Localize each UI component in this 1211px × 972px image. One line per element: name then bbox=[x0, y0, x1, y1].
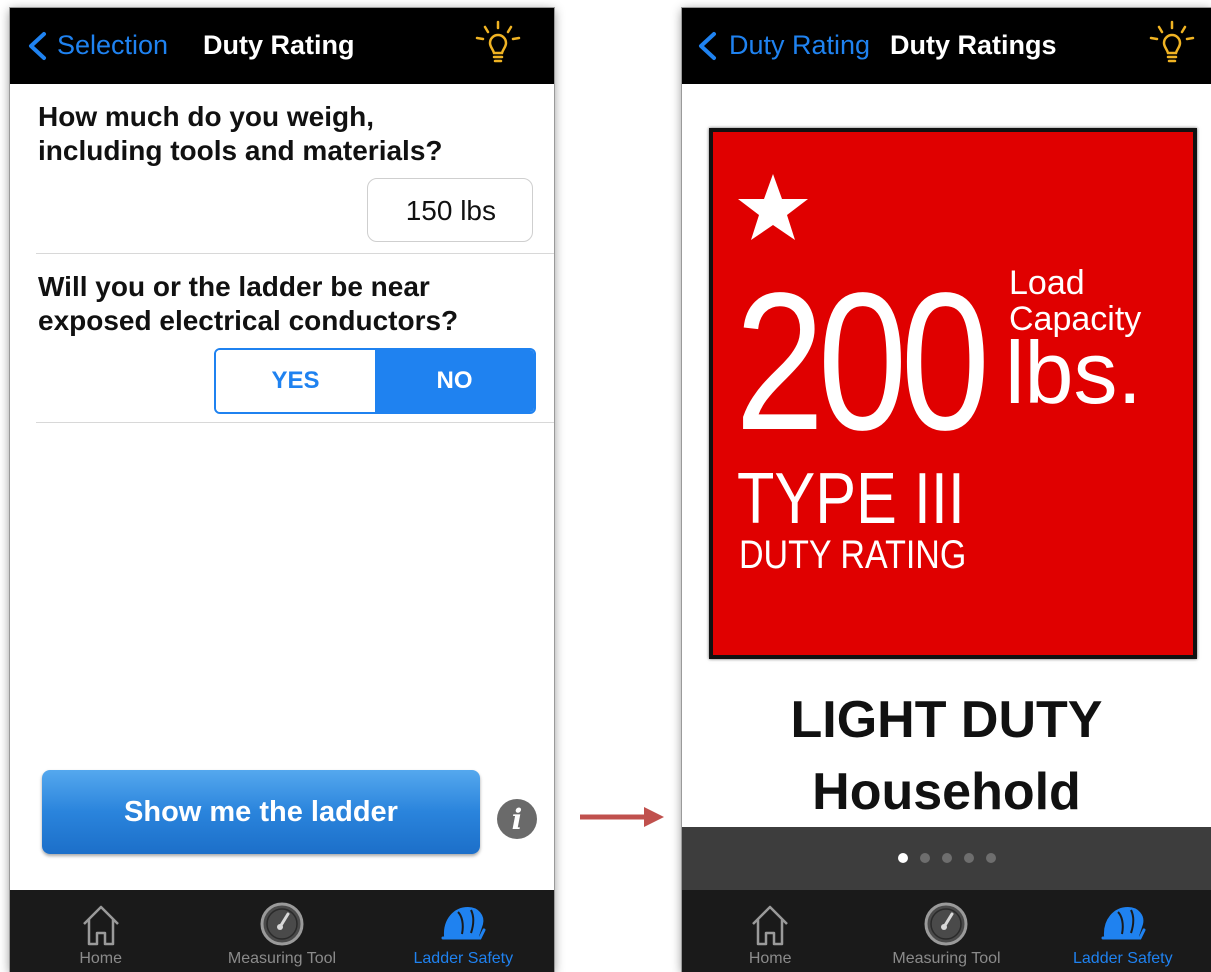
back-button[interactable]: Duty Rating bbox=[729, 30, 870, 61]
electrical-toggle: YES NO bbox=[214, 348, 536, 414]
home-icon bbox=[752, 905, 789, 946]
divider bbox=[36, 422, 554, 423]
tab-ladder-safety[interactable]: Ladder Safety bbox=[1035, 890, 1211, 972]
electrical-question: Will you or the ladder be near exposed e… bbox=[38, 270, 538, 338]
gauge-icon bbox=[260, 902, 304, 946]
tab-bar: Home Measuring Tool Ladder Safety bbox=[682, 890, 1211, 972]
page-title: Duty Rating bbox=[203, 30, 355, 60]
page-dot[interactable] bbox=[941, 853, 952, 863]
tab-label: Ladder Safety bbox=[1073, 950, 1173, 967]
tab-bar: Home Measuring Tool Ladder Safety bbox=[10, 890, 554, 972]
duty-rating-label: DUTY RATING bbox=[739, 533, 967, 577]
page-title: Duty Ratings bbox=[890, 30, 1057, 60]
page-dots[interactable] bbox=[682, 853, 1211, 863]
hard-hat-icon bbox=[441, 907, 486, 940]
tab-ladder-safety[interactable]: Ladder Safety bbox=[373, 890, 554, 972]
lightbulb-icon[interactable] bbox=[1147, 20, 1197, 70]
page-dot[interactable] bbox=[919, 853, 930, 863]
home-icon bbox=[82, 905, 119, 946]
duty-rating-sign: 200 Load Capacity lbs. TYPE III DUTY RAT… bbox=[709, 128, 1197, 659]
tab-measuring-tool[interactable]: Measuring Tool bbox=[191, 890, 372, 972]
unit-label: lbs. bbox=[1005, 323, 1142, 422]
no-option[interactable]: NO bbox=[375, 350, 534, 412]
tab-label: Ladder Safety bbox=[413, 950, 514, 967]
page-indicator-bar bbox=[682, 827, 1211, 891]
info-icon[interactable]: i bbox=[497, 799, 537, 839]
duty-ratings-screen: Duty Rating Duty Ratings 200 Load Capaci… bbox=[682, 8, 1211, 972]
type-label: TYPE III bbox=[737, 459, 965, 539]
page-dot[interactable] bbox=[963, 853, 974, 863]
page-dot-active[interactable] bbox=[897, 853, 908, 863]
electrical-question-line1: Will you or the ladder be near bbox=[38, 271, 430, 302]
duty-title: LIGHT DUTY bbox=[790, 691, 1103, 749]
lightbulb-icon[interactable] bbox=[473, 20, 523, 70]
page-dot[interactable] bbox=[985, 853, 996, 863]
tab-measuring-tool[interactable]: Measuring Tool bbox=[858, 890, 1034, 972]
arrow-icon bbox=[580, 807, 664, 827]
back-chevron-icon[interactable] bbox=[694, 31, 722, 61]
tab-home[interactable]: Home bbox=[682, 890, 858, 972]
back-button[interactable]: Selection bbox=[57, 30, 168, 61]
duty-rating-screen: Selection Duty Rating How much do you we… bbox=[10, 8, 554, 972]
yes-option[interactable]: YES bbox=[216, 350, 375, 412]
electrical-question-line2: exposed electrical conductors? bbox=[38, 305, 459, 336]
show-ladder-button[interactable]: Show me the ladder bbox=[42, 770, 480, 854]
star-icon bbox=[738, 174, 808, 240]
tab-label: Measuring Tool bbox=[227, 950, 337, 967]
load-line1: Load bbox=[1009, 264, 1085, 302]
weight-question-line1: How much do you weigh, bbox=[38, 101, 374, 132]
tab-label: Home bbox=[79, 950, 122, 967]
tab-label: Home bbox=[748, 950, 792, 967]
weight-question: How much do you weigh, including tools a… bbox=[38, 100, 538, 168]
hard-hat-icon bbox=[1101, 907, 1146, 940]
tab-home[interactable]: Home bbox=[10, 890, 191, 972]
gauge-icon bbox=[924, 902, 968, 946]
weight-question-line2: including tools and materials? bbox=[38, 135, 443, 166]
tab-label: Measuring Tool bbox=[892, 950, 1001, 967]
navigation-bar: Duty Rating Duty Ratings bbox=[682, 8, 1211, 84]
weight-input[interactable]: 150 lbs bbox=[367, 178, 533, 242]
duty-subtitle: Household bbox=[812, 763, 1081, 821]
back-chevron-icon[interactable] bbox=[24, 31, 52, 61]
navigation-bar: Selection Duty Rating bbox=[10, 8, 554, 84]
divider bbox=[36, 253, 554, 254]
capacity-number: 200 bbox=[735, 252, 990, 471]
